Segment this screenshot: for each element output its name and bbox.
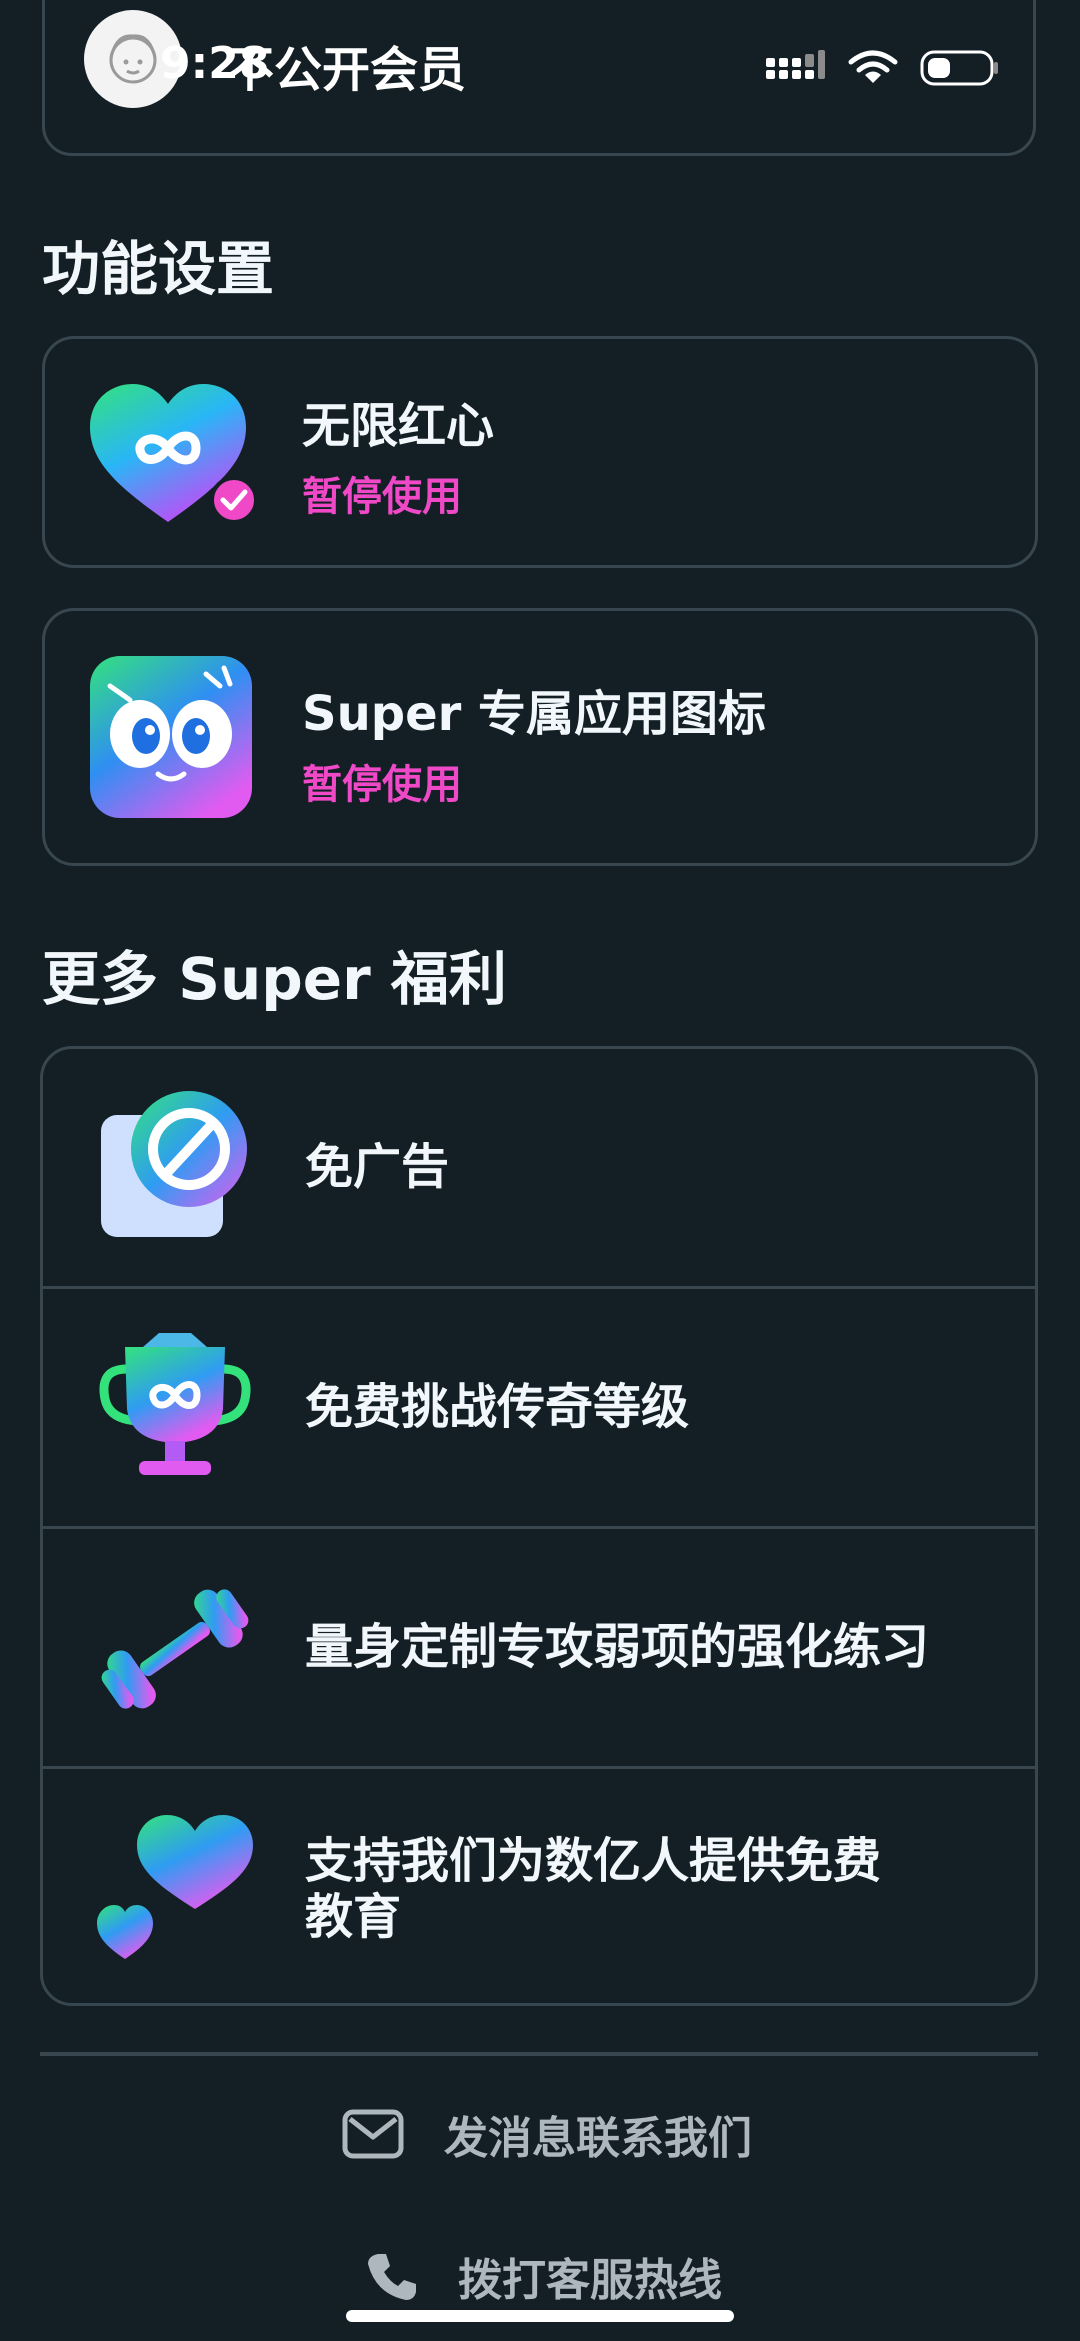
status-icons [766,50,1000,86]
perk-label: 免广告 [305,1139,450,1195]
phone-icon [368,2254,416,2300]
hotline-label: 拨打客服热线 [458,2255,722,2306]
super-app-icon-status: 暂停使用 [302,762,462,808]
divider [40,2052,1038,2056]
perk-label: 支持我们为数亿人提供免费 教育 [305,1833,881,1945]
no-ads-icon [101,1091,247,1237]
list-item: 免费挑战传奇等级 [43,1289,1035,1529]
perk-label: 量身定制专攻弱项的强化练习 [305,1619,930,1675]
dumbbell-icon [101,1589,249,1709]
perk-label-line1: 支持我们为数亿人提供免费 [305,1833,882,1889]
home-indicator[interactable] [346,2310,734,2322]
message-contact-button[interactable]: 发消息联系我们 [342,2102,752,2166]
unlimited-hearts-title: 无限红心 [302,398,495,454]
trophy-icon [99,1333,251,1475]
status-time: 9:28 [160,38,270,89]
super-app-icon-title: Super 专属应用图标 [302,686,767,742]
wifi-icon [848,50,898,83]
battery-icon [920,50,998,86]
super-app-icon [90,656,252,818]
list-item: 免广告 [43,1049,1035,1289]
section-title-perks: 更多 Super 福利 [42,945,507,1013]
list-item: 支持我们为数亿人提供免费 教育 [43,1769,1035,2003]
avatar-face-icon [109,34,157,84]
hotline-button[interactable]: 拨打客服热线 [366,2244,722,2308]
message-contact-label: 发消息联系我们 [444,2113,752,2164]
hearts-icon [97,1815,253,1959]
perks-list: 免广告 免费挑战传奇等级 量身定制专攻弱项的强化练习 支持我们为数亿人提供免费 … [40,1046,1038,2006]
perk-label: 免费挑战传奇等级 [305,1379,690,1435]
section-title-features: 功能设置 [42,235,275,303]
infinity-heart-icon [90,384,258,524]
mail-icon [342,2109,404,2159]
list-item: 量身定制专攻弱项的强化练习 [43,1529,1035,1769]
unlimited-hearts-status: 暂停使用 [302,474,462,520]
perk-label-line2: 教育 [305,1889,402,1945]
signal-icon [766,50,825,79]
